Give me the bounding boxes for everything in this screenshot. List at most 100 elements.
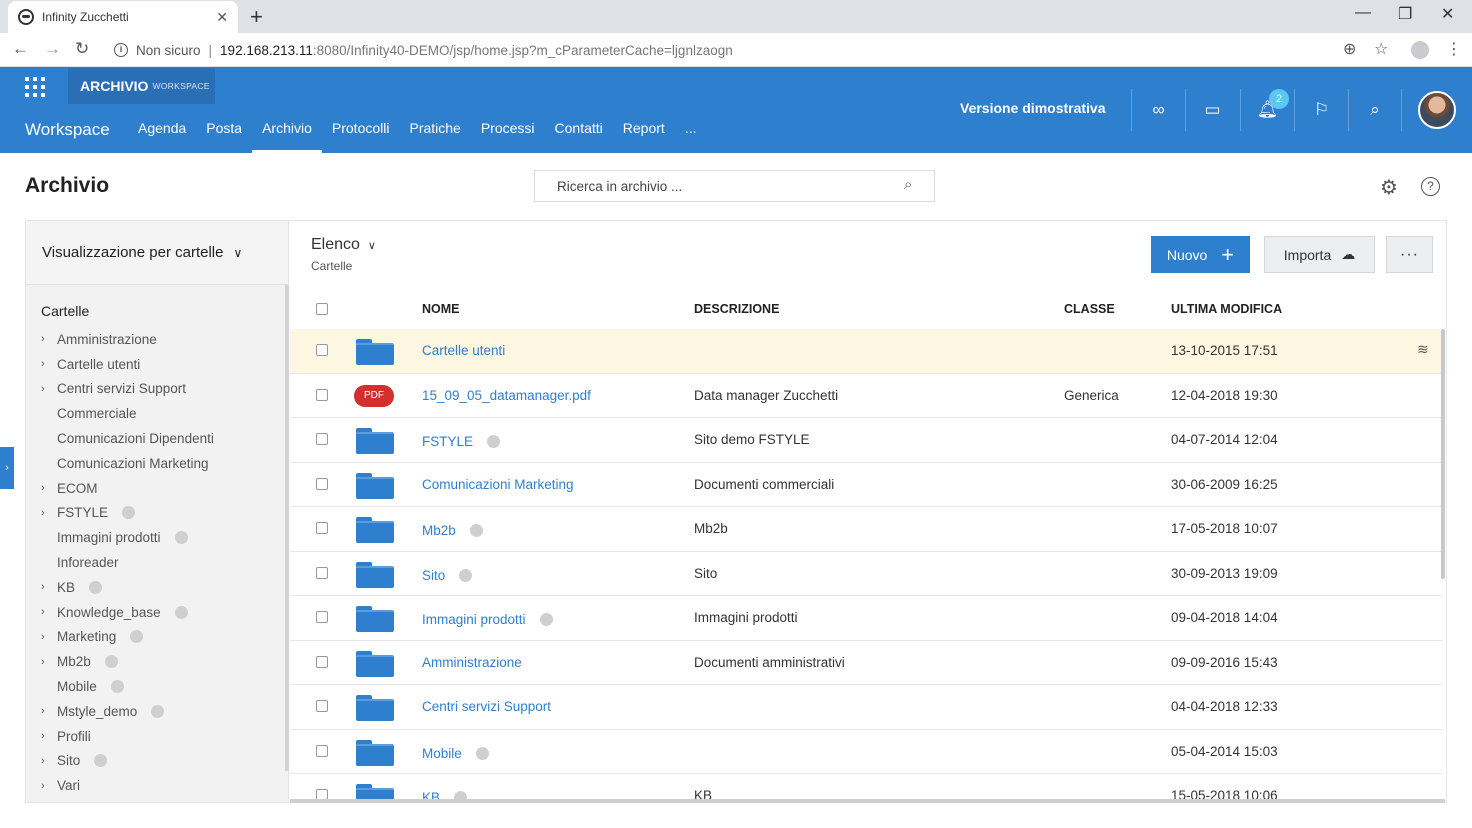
column-header-modified[interactable]: ULTIMA MODIFICA [1171, 302, 1282, 316]
row-name-link[interactable]: Cartelle utenti [422, 343, 505, 358]
table-row[interactable]: PDF 15_09_05_datamanager.pdf Data manager … [290, 374, 1442, 418]
tree-item[interactable]: Comunicazioni Dipendenti [41, 426, 281, 451]
tree-item[interactable]: Immagini prodotti [41, 525, 281, 550]
tree-item[interactable]: › Centri servizi Support [41, 377, 281, 402]
layers-icon[interactable]: ≋ [1417, 341, 1429, 358]
minimize-icon[interactable]: — [1355, 4, 1371, 22]
row-name-link[interactable]: KB [422, 790, 440, 799]
column-header-description[interactable]: DESCRIZIONE [694, 302, 779, 316]
tree-root-cartelle[interactable]: Cartelle [41, 303, 281, 327]
row-name-link[interactable]: Mb2b [422, 523, 456, 538]
search-magnifier-icon[interactable]: ⌕ [904, 176, 912, 193]
profile-icon[interactable] [1411, 41, 1429, 59]
bookmark-star-icon[interactable]: ☆ [1374, 39, 1388, 59]
tree-item[interactable]: › Sito [41, 749, 281, 774]
nav-posta[interactable]: Posta [196, 120, 252, 153]
row-name-link[interactable]: Centri servizi Support [422, 699, 551, 714]
forward-arrow-icon[interactable]: → [44, 39, 61, 59]
kebab-menu-icon[interactable]: ⋮ [1446, 39, 1462, 59]
list-view-select[interactable]: Elenco ∨ [311, 236, 376, 254]
table-row[interactable]: Centri servizi Support 04-04-2018 12:33 [290, 685, 1442, 730]
restore-icon[interactable]: ❐ [1398, 4, 1412, 24]
row-name-link[interactable]: Sito [422, 568, 445, 583]
chevron-right-icon[interactable]: › [41, 606, 57, 618]
nav-report[interactable]: Report [613, 120, 675, 153]
chevron-right-icon[interactable]: › [41, 482, 57, 494]
column-header-name[interactable]: NOME [422, 302, 460, 316]
row-name-link[interactable]: Amministrazione [422, 655, 522, 670]
row-name-link[interactable]: Mobile [422, 746, 462, 761]
sidebar-toggle-chevron-icon[interactable]: › [0, 447, 14, 489]
row-checkbox[interactable] [316, 789, 328, 799]
tree-item[interactable]: › KB [41, 575, 281, 600]
select-all-checkbox[interactable] [316, 303, 328, 315]
search-icon[interactable]: ⌕ [1348, 89, 1402, 131]
table-row[interactable]: FSTYLE Sito demo FSTYLE 04-07-2014 12:04 [290, 418, 1442, 463]
tree-item[interactable]: › Vari [41, 773, 281, 798]
chevron-right-icon[interactable]: › [41, 755, 57, 767]
tree-item[interactable]: › FSTYLE [41, 501, 281, 526]
more-actions-button[interactable]: ··· [1386, 236, 1433, 273]
tree-item[interactable]: Comunicazioni Marketing [41, 451, 281, 476]
help-icon[interactable]: ? [1421, 177, 1440, 196]
bell-icon[interactable]: 🔔︎ 2 [1240, 89, 1294, 131]
chevron-right-icon[interactable]: › [41, 358, 57, 370]
tree-item[interactable]: › Knowledge_base [41, 600, 281, 625]
table-row[interactable]: Comunicazioni Marketing Documenti commerc… [290, 463, 1442, 507]
tree-item[interactable]: › Mb2b [41, 649, 281, 674]
row-name-link[interactable]: Immagini prodotti [422, 612, 526, 627]
tree-item[interactable]: › Profili [41, 724, 281, 749]
nav-agenda[interactable]: Agenda [128, 120, 196, 153]
import-button[interactable]: Importa ☁ [1264, 236, 1375, 273]
row-checkbox[interactable] [316, 344, 328, 356]
zoom-icon[interactable]: ⊕ [1343, 39, 1356, 59]
chevron-right-icon[interactable]: › [41, 656, 57, 668]
nav-archivio[interactable]: Archivio [252, 120, 322, 153]
feedback-icon[interactable]: ⚐ [1294, 89, 1348, 131]
table-row[interactable]: Mb2b Mb2b 17-05-2018 10:07 [290, 507, 1442, 552]
apps-grid-icon[interactable] [25, 77, 45, 97]
close-window-icon[interactable]: ✕ [1441, 4, 1454, 24]
back-arrow-icon[interactable]: ← [12, 39, 29, 59]
row-checkbox[interactable] [316, 611, 328, 623]
nav-protocolli[interactable]: Protocolli [322, 120, 400, 153]
row-name-link[interactable]: 15_09_05_datamanager.pdf [422, 388, 591, 403]
table-row[interactable]: Cartelle utenti 13-10-2015 17:51 ≋ [290, 329, 1442, 374]
gear-icon[interactable]: ⚙ [1380, 175, 1398, 200]
tree-item[interactable]: › Marketing [41, 625, 281, 650]
horizontal-scrollbar[interactable] [290, 799, 1445, 803]
view-mode-select[interactable]: Visualizzazione per cartelle ∨ [26, 221, 288, 285]
table-row[interactable]: KB KB 15-05-2018 10:06 [290, 774, 1442, 799]
nav-processi[interactable]: Processi [471, 120, 545, 153]
chevron-right-icon[interactable]: › [41, 333, 57, 345]
monitor-icon[interactable]: ▭ [1185, 89, 1239, 131]
tab-close-icon[interactable]: ✕ [216, 9, 228, 26]
tree-item[interactable]: › Amministrazione [41, 327, 281, 352]
tree-item[interactable]: › Mstyle_demo [41, 699, 281, 724]
row-name-link[interactable]: Comunicazioni Marketing [422, 477, 574, 492]
tree-item[interactable]: › Cartelle utenti [41, 352, 281, 377]
reload-icon[interactable]: ↻ [75, 39, 89, 59]
workspace-switcher[interactable]: ARCHIVIO WORKSPACE [68, 68, 215, 104]
chevron-right-icon[interactable]: › [41, 507, 57, 519]
infinity-icon[interactable]: ∞ [1131, 89, 1185, 131]
nav-more[interactable]: ... [675, 120, 707, 153]
chevron-right-icon[interactable]: › [41, 705, 57, 717]
row-checkbox[interactable] [316, 433, 328, 445]
row-checkbox[interactable] [316, 477, 328, 490]
url-field[interactable]: i Non sicuro | 192.168.213.11:8080/Infin… [104, 37, 1404, 63]
chevron-right-icon[interactable]: › [41, 780, 57, 792]
avatar[interactable] [1418, 91, 1456, 129]
tree-item[interactable]: Commerciale [41, 401, 281, 426]
list-scrollbar[interactable] [1441, 329, 1445, 579]
chevron-right-icon[interactable]: › [41, 631, 57, 643]
nav-pratiche[interactable]: Pratiche [399, 120, 470, 153]
tree-item[interactable]: Inforeader [41, 550, 281, 575]
table-row[interactable]: Amministrazione Documenti amministrativi 0… [290, 641, 1442, 685]
table-row[interactable]: Mobile 05-04-2014 15:03 [290, 730, 1442, 774]
info-icon[interactable]: i [114, 43, 128, 57]
nav-contatti[interactable]: Contatti [545, 120, 613, 153]
tree-item[interactable]: › ECOM [41, 476, 281, 501]
chevron-right-icon[interactable]: › [41, 383, 57, 395]
tree-scrollbar[interactable] [285, 285, 289, 771]
